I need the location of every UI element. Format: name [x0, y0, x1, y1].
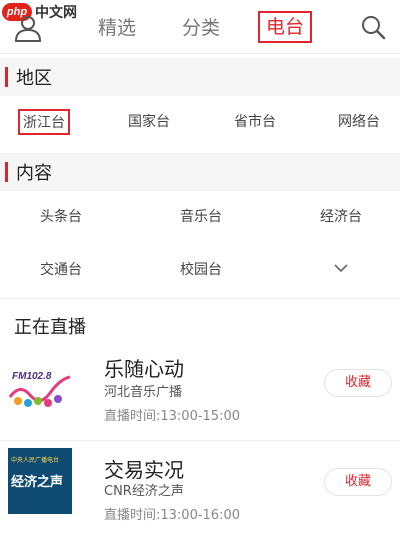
live-item[interactable]: 中央人民广播电台 经济之声 交易实况 CNR经济之声 直播时间:13:00-16…: [0, 442, 400, 532]
favorite-button[interactable]: 收藏: [324, 369, 392, 397]
content-section-title: 内容: [16, 163, 52, 184]
user-icon[interactable]: [12, 14, 44, 42]
tab-radio[interactable]: 电台: [258, 11, 313, 43]
region-section-title: 地区: [16, 68, 52, 89]
tab-categories[interactable]: 分类: [182, 14, 220, 42]
channel-name: CNR经济之声: [104, 484, 184, 499]
section-accent-bar: [5, 67, 8, 87]
region-item-national[interactable]: 国家台: [128, 110, 170, 136]
chevron-down-icon[interactable]: [333, 262, 349, 274]
region-item-zhejiang[interactable]: 浙江台: [18, 109, 70, 135]
search-icon[interactable]: [360, 14, 386, 40]
channel-name: 河北音乐广播: [104, 385, 183, 400]
program-name: 交易实况: [104, 458, 184, 482]
station-logo-subtext: 中央人民广播电台: [11, 456, 59, 464]
region-item-online[interactable]: 网络台: [338, 110, 380, 136]
divider: [0, 298, 400, 299]
content-item-music[interactable]: 音乐台: [180, 207, 222, 227]
region-item-provincial[interactable]: 省市台: [234, 110, 276, 136]
station-logo-graphic: FM102.8: [8, 371, 71, 407]
live-section-title: 正在直播: [14, 317, 86, 338]
top-nav-bar: php 中文网 精选 分类 电台: [0, 0, 400, 54]
station-logo-text: FM102.8: [12, 371, 52, 382]
section-accent-bar: [5, 162, 8, 182]
divider: [0, 440, 400, 441]
content-item-economy[interactable]: 经济台: [320, 207, 362, 227]
live-item[interactable]: FM102.8 乐随心动 河北音乐广播 直播时间:13:00-15:00 收藏: [0, 345, 400, 435]
content-item-campus[interactable]: 校园台: [180, 260, 222, 280]
broadcast-time: 直播时间:13:00-16:00: [104, 508, 240, 523]
content-item-traffic[interactable]: 交通台: [40, 260, 82, 280]
station-logo-graphic: 中央人民广播电台 经济之声: [11, 456, 63, 490]
region-section-header: 地区: [0, 58, 400, 96]
favorite-button[interactable]: 收藏: [324, 468, 392, 496]
tab-featured[interactable]: 精选: [98, 14, 136, 42]
broadcast-time: 直播时间:13:00-15:00: [104, 409, 240, 424]
content-section-header: 内容: [0, 153, 400, 191]
station-logo-image: FM102.8: [8, 353, 72, 419]
station-logo-text: 经济之声: [11, 474, 63, 490]
program-name: 乐随心动: [104, 357, 184, 381]
content-item-headlines[interactable]: 头条台: [40, 207, 82, 227]
station-logo-image: 中央人民广播电台 经济之声: [8, 448, 72, 514]
